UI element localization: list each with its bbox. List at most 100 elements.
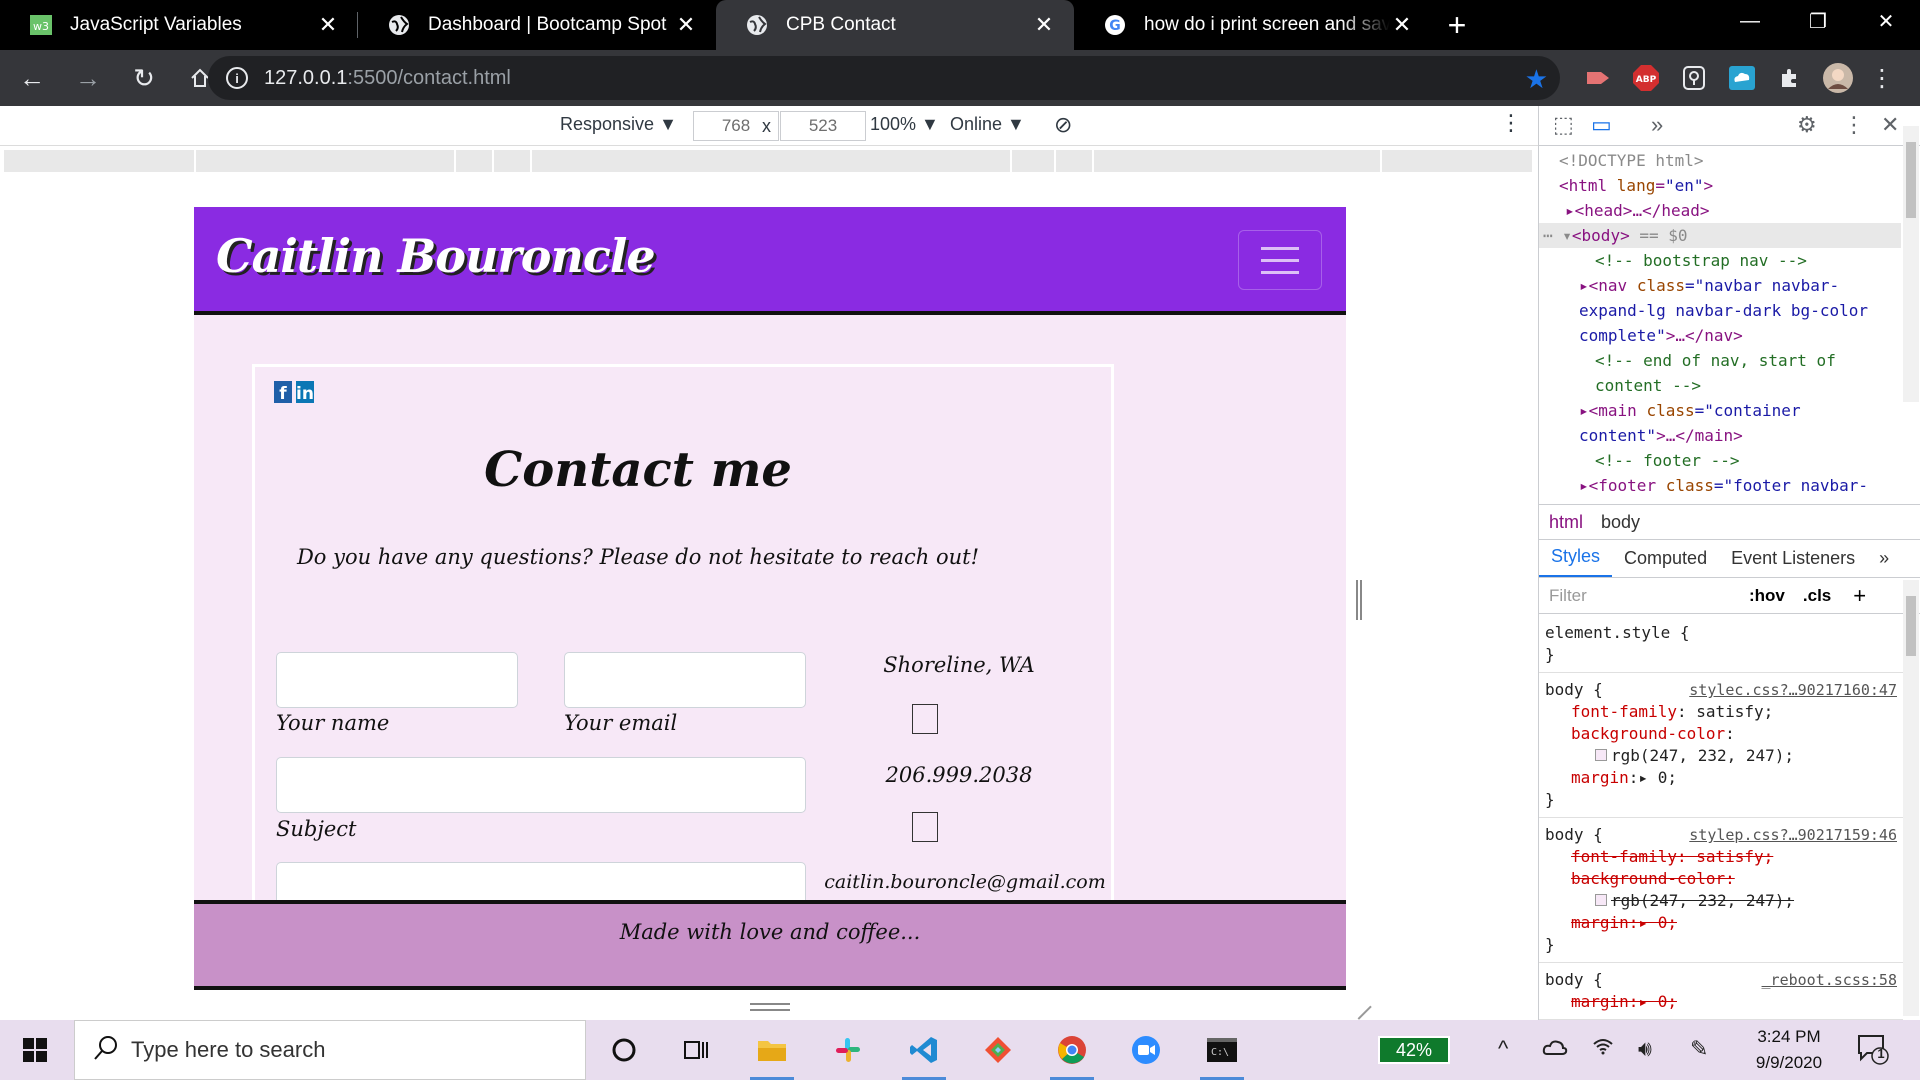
css-property[interactable]: font-family: satisfy;: [1545, 701, 1897, 723]
css-property[interactable]: background-color:: [1545, 868, 1897, 890]
more-tabs-icon[interactable]: »: [1651, 112, 1663, 138]
adblock-plus-icon[interactable]: ABP: [1630, 62, 1662, 94]
device-toolbar-menu-icon[interactable]: ⋮: [1500, 110, 1522, 136]
css-color-value[interactable]: rgb(247, 232, 247);: [1545, 890, 1897, 912]
rotate-icon[interactable]: ⊘: [1054, 112, 1072, 138]
viewport-height-input[interactable]: 523: [780, 111, 866, 141]
task-view-icon[interactable]: [674, 1028, 718, 1072]
network-throttle-select[interactable]: Online ▼: [950, 114, 1025, 135]
rule-source-link[interactable]: _reboot.scss:58: [1762, 969, 1897, 991]
media-query-bar[interactable]: [4, 150, 1534, 172]
close-window-icon[interactable]: ✕: [1852, 0, 1920, 42]
info-icon[interactable]: i: [226, 67, 248, 89]
bookmark-star-icon[interactable]: ★: [1525, 64, 1548, 95]
git-kraken-icon[interactable]: [976, 1028, 1020, 1072]
css-property[interactable]: background-color:: [1545, 723, 1897, 745]
dom-nav[interactable]: ▸<nav class="navbar navbar-: [1539, 273, 1901, 298]
element-style-rule[interactable]: element.style { }: [1539, 616, 1903, 673]
lightbulb-icon[interactable]: [1678, 62, 1710, 94]
linkedin-icon[interactable]: in: [296, 381, 314, 403]
css-property[interactable]: font-family: satisfy;: [1545, 846, 1897, 868]
tab-javascript-variables[interactable]: w3 JavaScript Variables ✕: [0, 0, 358, 50]
close-tab-icon[interactable]: ✕: [1390, 12, 1414, 37]
screen-recorder-icon[interactable]: [1582, 62, 1614, 94]
dom-main[interactable]: ▸<main class="container: [1539, 398, 1901, 423]
dom-doctype[interactable]: <!DOCTYPE html>: [1539, 148, 1901, 173]
dom-comment[interactable]: <!-- bootstrap nav -->: [1539, 248, 1901, 273]
rule-source-link[interactable]: stylep.css?…90217159:46: [1689, 824, 1897, 846]
color-swatch[interactable]: [1595, 894, 1607, 906]
email-input[interactable]: [564, 652, 806, 708]
style-rule[interactable]: stylec.css?…90217160:47 body { font-fami…: [1539, 673, 1903, 818]
dom-comment[interactable]: <!-- end of nav, start of: [1539, 348, 1901, 373]
new-tab-icon[interactable]: +: [1432, 0, 1482, 50]
styles-scrollbar[interactable]: [1903, 580, 1919, 1016]
more-panel-tabs-icon[interactable]: »: [1867, 548, 1901, 577]
breadcrumb-body[interactable]: body: [1601, 512, 1640, 533]
cloud-extension-icon[interactable]: [1726, 62, 1758, 94]
slack-icon[interactable]: [826, 1028, 870, 1072]
tab-event-listeners[interactable]: Event Listeners: [1719, 548, 1867, 577]
extensions-puzzle-icon[interactable]: [1774, 62, 1806, 94]
viewport-resize-handle-right[interactable]: [1356, 580, 1362, 620]
email-text[interactable]: caitlin.bouroncle@gmail.com: [820, 871, 1110, 893]
notification-center-icon[interactable]: 1: [1856, 1032, 1890, 1072]
devtools-menu-icon[interactable]: ⋮: [1843, 112, 1865, 138]
rule-source-link[interactable]: stylec.css?…90217160:47: [1689, 679, 1897, 701]
volume-icon[interactable]: 🔊︎: [1638, 1036, 1652, 1062]
phone-checkbox[interactable]: [912, 812, 938, 842]
site-brand[interactable]: Caitlin Bouroncle: [216, 229, 656, 283]
inspect-element-icon[interactable]: ⬚: [1553, 112, 1574, 138]
css-color-value[interactable]: rgb(247, 232, 247);: [1545, 745, 1897, 767]
dom-body[interactable]: ⋯ ▾<body> == $0: [1539, 223, 1901, 248]
viewport-resize-handle-bottom[interactable]: [750, 1003, 790, 1011]
zoom-select[interactable]: 100% ▼: [870, 114, 939, 135]
forward-arrow-icon[interactable]: →: [64, 54, 112, 102]
show-hidden-icons-icon[interactable]: ^: [1498, 1036, 1508, 1062]
onedrive-cloud-icon[interactable]: [1542, 1036, 1568, 1062]
close-tab-icon[interactable]: ✕: [674, 12, 698, 37]
device-mode-select[interactable]: Responsive ▼: [560, 114, 677, 135]
tab-bootcamp-spot[interactable]: Dashboard | Bootcamp Spot ✕: [358, 0, 716, 50]
subject-input[interactable]: [276, 757, 806, 813]
chrome-menu-icon[interactable]: ⋮: [1866, 62, 1898, 94]
restore-icon[interactable]: ❐: [1784, 0, 1852, 42]
dom-head[interactable]: ▸<head>…</head>: [1539, 198, 1901, 223]
css-property[interactable]: margin:▸ 0;: [1545, 767, 1897, 789]
device-toggle-icon[interactable]: ▭: [1591, 112, 1612, 138]
dom-footer[interactable]: ▸<footer class="footer navbar-: [1539, 473, 1901, 498]
css-property[interactable]: margin:▸ 0;: [1545, 991, 1897, 1013]
location-checkbox[interactable]: [912, 704, 938, 734]
hov-toggle[interactable]: :hov: [1749, 586, 1785, 606]
dom-html[interactable]: <html lang="en">: [1539, 173, 1901, 198]
windows-start-icon[interactable]: [0, 1020, 70, 1080]
back-arrow-icon[interactable]: ←: [8, 54, 56, 102]
name-input[interactable]: [276, 652, 518, 708]
minimize-icon[interactable]: —: [1716, 0, 1784, 42]
terminal-icon[interactable]: C:\: [1200, 1028, 1244, 1080]
close-tab-icon[interactable]: ✕: [1032, 12, 1056, 37]
vscode-icon[interactable]: [902, 1028, 946, 1080]
style-rule-overridden[interactable]: stylep.css?…90217159:46 body { font-fami…: [1539, 818, 1903, 963]
close-devtools-icon[interactable]: ✕: [1881, 112, 1899, 138]
settings-gear-icon[interactable]: ⚙: [1797, 112, 1817, 138]
system-clock[interactable]: 3:24 PM 9/9/2020: [1734, 1024, 1844, 1076]
tab-google-search[interactable]: G how do i print screen and save to ✕: [1074, 0, 1432, 50]
chrome-icon[interactable]: [1050, 1028, 1094, 1080]
facebook-icon[interactable]: f: [274, 381, 292, 403]
add-rule-icon[interactable]: +: [1853, 583, 1866, 609]
profile-avatar[interactable]: [1822, 62, 1854, 94]
file-explorer-icon[interactable]: [750, 1028, 794, 1080]
dom-scrollbar[interactable]: [1903, 126, 1919, 402]
address-bar[interactable]: i 127.0.0.1:5500/contact.html ★: [208, 56, 1560, 100]
css-property[interactable]: margin:▸ 0;: [1545, 912, 1897, 934]
reload-icon[interactable]: ↻: [120, 54, 168, 102]
breadcrumb-html[interactable]: html: [1549, 512, 1583, 533]
taskbar-search-box[interactable]: Type here to search: [74, 1020, 586, 1080]
pen-icon[interactable]: ✎: [1690, 1036, 1708, 1062]
color-swatch[interactable]: [1595, 749, 1607, 761]
tab-styles[interactable]: Styles: [1539, 546, 1613, 577]
dom-comment[interactable]: <!-- footer -->: [1539, 448, 1901, 473]
tab-cpb-contact[interactable]: CPB Contact ✕: [716, 0, 1074, 50]
battery-indicator[interactable]: 42%: [1378, 1036, 1450, 1064]
